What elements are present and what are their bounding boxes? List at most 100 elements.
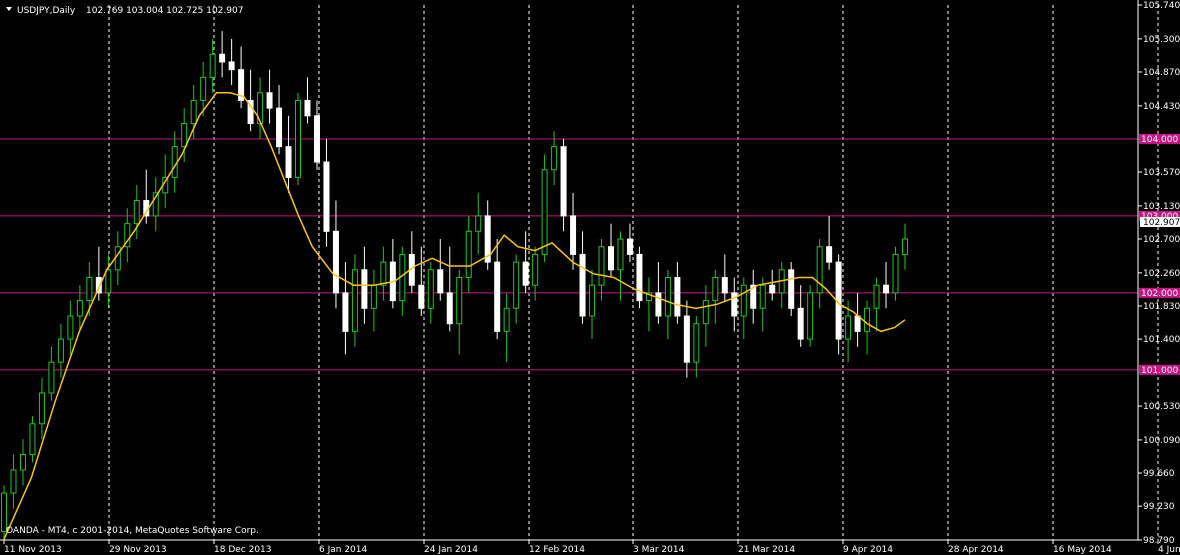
candle-body [114, 246, 121, 271]
price-tick-label: 101.830 [1143, 302, 1180, 312]
candle-body [674, 277, 681, 317]
candle-body [295, 99, 302, 178]
candle-body [437, 269, 444, 294]
candle-body [807, 292, 814, 340]
price-tick-label: 100.090 [1143, 436, 1180, 446]
candle-body [332, 230, 339, 294]
candle-body [342, 292, 349, 332]
price-tick-label: 104.870 [1143, 68, 1180, 78]
candle-body [57, 338, 64, 363]
date-tick-label: 29 Nov 2013 [109, 545, 167, 555]
candle-body [494, 261, 501, 332]
date-tick-label: 28 Apr 2014 [948, 545, 1004, 555]
date-tick-label: 18 Dec 2013 [214, 545, 272, 555]
price-tick-label: 101.400 [1143, 335, 1180, 345]
candle-body [181, 123, 188, 148]
candle-body [721, 277, 728, 294]
candle-body [570, 215, 577, 255]
candle-body [892, 253, 899, 294]
candle-body [200, 76, 207, 101]
price-tick-label: 103.130 [1143, 202, 1180, 212]
candle-body [598, 246, 605, 286]
candle-body [313, 115, 320, 163]
candle-body [266, 92, 273, 109]
date-tick-label: 21 Mar 2014 [738, 545, 795, 555]
candle-body [607, 246, 614, 271]
symbol-header: USDJPY,Daily [17, 6, 76, 16]
candle-body [712, 277, 719, 302]
candle-body [48, 361, 55, 394]
candle-body [636, 253, 643, 302]
candle-body [873, 284, 880, 309]
candle-body [693, 323, 700, 363]
candle-body [133, 200, 140, 225]
candle-body [323, 161, 330, 232]
price-tick-label: 100.530 [1143, 402, 1180, 412]
candle-body [105, 269, 112, 294]
candle-body [845, 315, 852, 340]
candle-body [351, 269, 358, 332]
candle-body [446, 292, 453, 325]
candle-body [276, 107, 283, 148]
candle-body [532, 253, 539, 286]
date-tick-label: 3 Mar 2014 [633, 545, 685, 555]
current-price-label: 102.907 [1143, 218, 1180, 228]
price-tick-label: 105.300 [1143, 35, 1180, 45]
price-tick-label: 105.740 [1143, 1, 1180, 11]
candle-body [29, 423, 36, 456]
candle-body [465, 230, 472, 279]
candle-body [883, 284, 890, 294]
candle-body [826, 246, 833, 263]
candle-body [769, 284, 776, 294]
price-tick-label: 102.260 [1143, 269, 1180, 279]
candle-body [626, 238, 633, 255]
level-label: 104.000 [1141, 135, 1178, 145]
candle-body [503, 307, 510, 332]
level-label: 101.000 [1141, 366, 1178, 376]
candle-body [209, 53, 216, 78]
date-tick-label: 6 Jan 2014 [319, 545, 367, 555]
candle-body [76, 300, 83, 317]
candle-body [219, 53, 226, 63]
candle-body [579, 253, 586, 317]
candle-body [304, 99, 311, 117]
candle-body [19, 454, 26, 471]
date-tick-label: 11 Nov 2013 [4, 545, 62, 555]
candle-body [788, 269, 795, 309]
copyright-text: OANDA - MT4, c 2001-2014, MetaQuotes Sof… [6, 526, 259, 536]
candle-body [38, 392, 45, 425]
candle-body [513, 261, 520, 309]
candle-body [759, 284, 766, 309]
candle-body [617, 238, 624, 271]
candle-body [67, 315, 74, 340]
date-tick-label: 4 Jun 2014 [1158, 545, 1180, 555]
candle-body [797, 307, 804, 340]
chart-header: USDJPY,Daily 102.769 103.004 102.725 102… [6, 6, 243, 16]
candle-body [541, 169, 548, 255]
candle-body [664, 277, 671, 317]
current-price-marker: 102.907 [1140, 217, 1180, 228]
candle-body [702, 300, 709, 325]
candle-body [418, 284, 425, 309]
candle-body [285, 146, 292, 178]
price-tick-label: 104.430 [1143, 102, 1180, 112]
candle-body [427, 269, 434, 309]
date-tick-label: 12 Feb 2014 [529, 545, 585, 555]
price-tick-label: 102.700 [1143, 235, 1180, 245]
candle-body [86, 277, 93, 302]
date-tick-label: 24 Jan 2014 [424, 545, 478, 555]
candle-body [190, 99, 197, 125]
candle-body [683, 315, 690, 363]
candle-body [740, 284, 747, 317]
header-ohlc: 102.769 103.004 102.725 102.907 [86, 6, 243, 16]
candle-body [655, 292, 662, 317]
date-tick-label: 16 May 2014 [1053, 545, 1112, 555]
candle-body [854, 315, 861, 332]
candle-body [560, 146, 567, 217]
candle-body [864, 307, 871, 332]
level-label: 102.000 [1141, 289, 1178, 299]
price-chart[interactable]: 105.740 105.300 104.870 104.430 103.570 103.1… [0, 0, 1180, 555]
candle-body [10, 469, 17, 494]
candle-body [380, 261, 387, 286]
candle-body [522, 261, 529, 286]
